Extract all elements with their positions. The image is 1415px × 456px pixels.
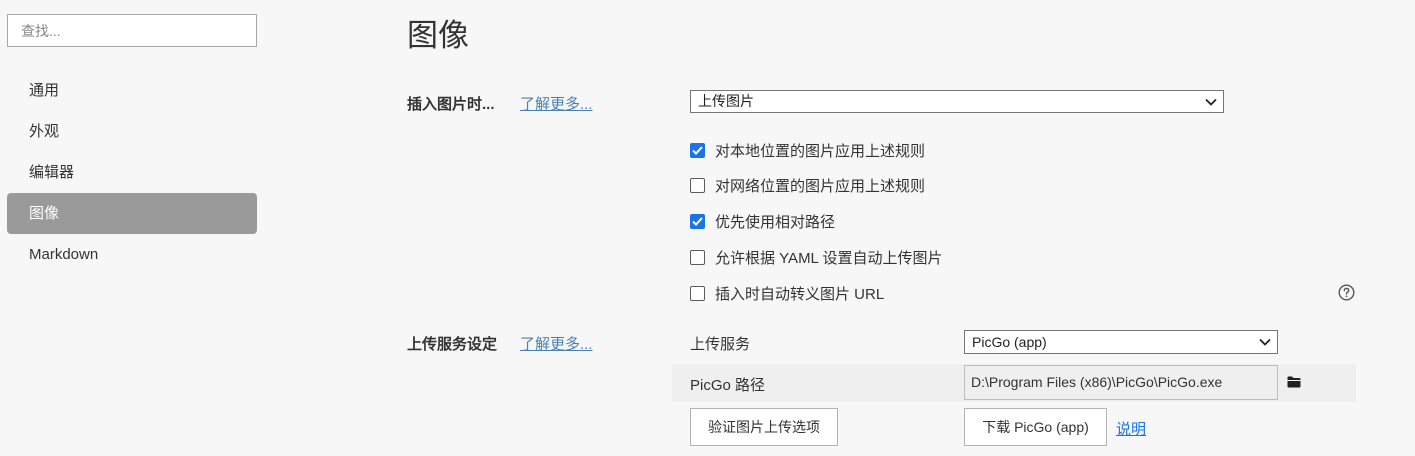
chevron-down-icon — [1205, 98, 1217, 106]
sidebar-item-image[interactable]: 图像 — [7, 193, 257, 234]
upload-learn-more-link[interactable]: 了解更多... — [520, 333, 593, 354]
checkbox-label: 对本地位置的图片应用上述规则 — [715, 142, 926, 160]
checkmark-icon — [692, 216, 703, 226]
verify-upload-button[interactable]: 验证图片上传选项 — [690, 408, 838, 446]
checkbox-label: 插入时自动转义图片 URL — [715, 285, 885, 303]
checkbox-prefer-relative[interactable] — [690, 213, 705, 229]
folder-icon[interactable] — [1287, 376, 1301, 388]
checkbox-row-relative[interactable]: 优先使用相对路径 — [690, 211, 835, 231]
insert-image-section-label: 插入图片时... — [407, 96, 495, 113]
checkbox-row-network[interactable]: 对网络位置的图片应用上述规则 — [690, 175, 925, 195]
checkbox-label: 优先使用相对路径 — [715, 213, 836, 231]
explain-link[interactable]: 说明 — [1116, 418, 1146, 439]
chevron-down-icon — [1259, 338, 1271, 346]
preferences-window: 通用 外观 编辑器 图像 Markdown 图像 插入图片时... 了解更多..… — [0, 0, 1415, 456]
checkbox-apply-network[interactable] — [690, 177, 705, 193]
sidebar-item-general[interactable]: 通用 — [7, 70, 257, 111]
download-picgo-button[interactable]: 下载 PicGo (app) — [964, 408, 1107, 446]
checkbox-label: 对网络位置的图片应用上述规则 — [715, 177, 926, 195]
upload-service-label: 上传服务 — [690, 336, 751, 353]
checkbox-row-escape-url[interactable]: 插入时自动转义图片 URL — [690, 283, 884, 303]
upload-service-select[interactable]: PicGo (app) — [964, 330, 1278, 354]
sidebar-item-markdown[interactable]: Markdown — [7, 234, 257, 275]
sidebar-item-appearance[interactable]: 外观 — [7, 111, 257, 152]
picgo-path-input[interactable]: D:\Program Files (x86)\PicGo\PicGo.exe — [964, 365, 1278, 400]
picgo-path-label: PicGo 路径 — [690, 377, 766, 394]
checkbox-row-local[interactable]: 对本地位置的图片应用上述规则 — [690, 140, 925, 160]
sidebar-item-editor[interactable]: 编辑器 — [7, 152, 257, 193]
sidebar: 通用 外观 编辑器 图像 Markdown — [0, 0, 265, 456]
search-input[interactable] — [7, 14, 257, 47]
help-icon[interactable] — [1338, 284, 1355, 301]
insert-action-select[interactable]: 上传图片 — [690, 90, 1224, 113]
checkbox-row-yaml[interactable]: 允许根据 YAML 设置自动上传图片 — [690, 247, 943, 267]
page-title: 图像 — [407, 18, 469, 53]
checkbox-label: 允许根据 YAML 设置自动上传图片 — [715, 249, 943, 267]
upload-service-value: PicGo (app) — [972, 334, 1047, 350]
insert-learn-more-link[interactable]: 了解更多... — [520, 93, 593, 114]
checkbox-apply-local[interactable] — [690, 142, 705, 158]
insert-action-value: 上传图片 — [698, 93, 754, 109]
checkbox-yaml-upload[interactable] — [690, 249, 705, 265]
checkmark-icon — [692, 145, 703, 155]
upload-service-section-label: 上传服务设定 — [407, 336, 498, 353]
checkbox-escape-url[interactable] — [690, 285, 705, 301]
